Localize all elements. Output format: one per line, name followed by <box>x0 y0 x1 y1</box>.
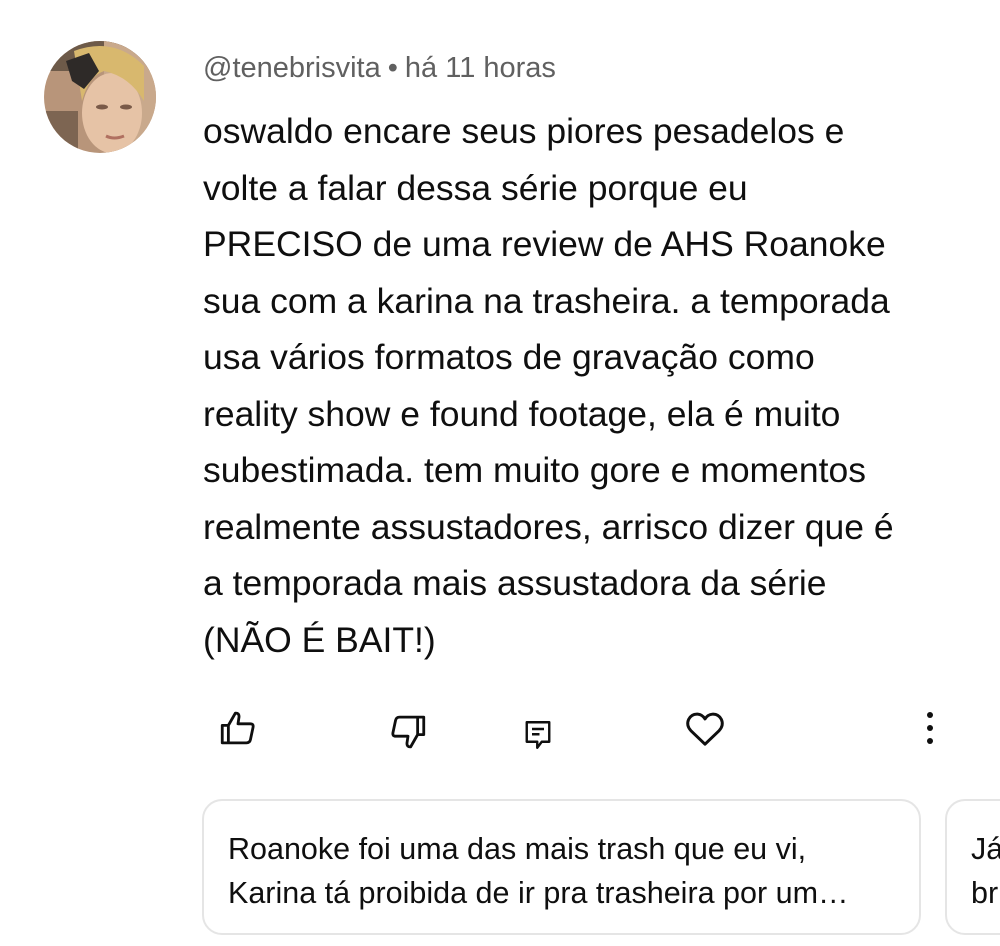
comment-header: @tenebrisvita • há 11 horas <box>203 50 556 86</box>
avatar-image <box>44 41 156 153</box>
thumbs-down-icon <box>391 715 426 749</box>
more-vert-icon <box>927 712 933 744</box>
reply-line: Karina tá proibida de ir pra trasheira p… <box>228 876 849 910</box>
reply-preview-card[interactable]: Roanoke foi uma das mais trash que eu vi… <box>202 799 921 935</box>
like-button[interactable] <box>214 704 262 752</box>
comment-line: subestimada. tem muito gore e momentos <box>203 450 866 490</box>
comment-line: reality show e found footage, ela é muit… <box>203 393 841 434</box>
reply-preview-card[interactable]: Já br <box>945 799 1000 935</box>
reply-preview-text: Já br <box>971 827 1000 915</box>
comment-timestamp: há 11 horas <box>404 52 556 84</box>
thumbs-up-icon <box>220 711 255 745</box>
comment-line: realmente assustadores, arrisco dizer qu… <box>203 506 894 547</box>
reply-line: Roanoke foi uma das mais trash que eu vi… <box>228 832 807 866</box>
reply-preview-text: Roanoke foi uma das mais trash que eu vi… <box>228 827 848 915</box>
comment-line: (NÃO É BAIT!) <box>203 619 436 660</box>
reply-button[interactable] <box>516 713 560 757</box>
heart-icon <box>686 712 724 746</box>
comment-line: a temporada mais assustadora da série <box>203 563 827 603</box>
comment-line: volte a falar dessa série porque eu <box>203 167 748 208</box>
meta-separator: • <box>387 52 398 84</box>
comment-line: PRECISO de uma review de AHS Roanoke <box>203 224 886 264</box>
reply-line: br <box>971 876 999 910</box>
avatar[interactable] <box>44 41 156 153</box>
dislike-button[interactable] <box>384 708 432 756</box>
comment-line: oswaldo encare seus piores pesadelos e <box>203 111 845 151</box>
more-options-button[interactable] <box>912 706 948 750</box>
heart-button[interactable] <box>680 704 730 754</box>
comment-line: sua com a karina na trasheira. a tempora… <box>203 280 890 321</box>
comment-icon <box>525 721 551 749</box>
author-name[interactable]: @tenebrisvita <box>203 52 381 84</box>
comment-text: oswaldo encare seus piores pesadelos e v… <box>203 103 973 668</box>
comment-line: usa vários formatos de gravação como <box>203 337 815 377</box>
reply-line: Já <box>971 832 1000 866</box>
